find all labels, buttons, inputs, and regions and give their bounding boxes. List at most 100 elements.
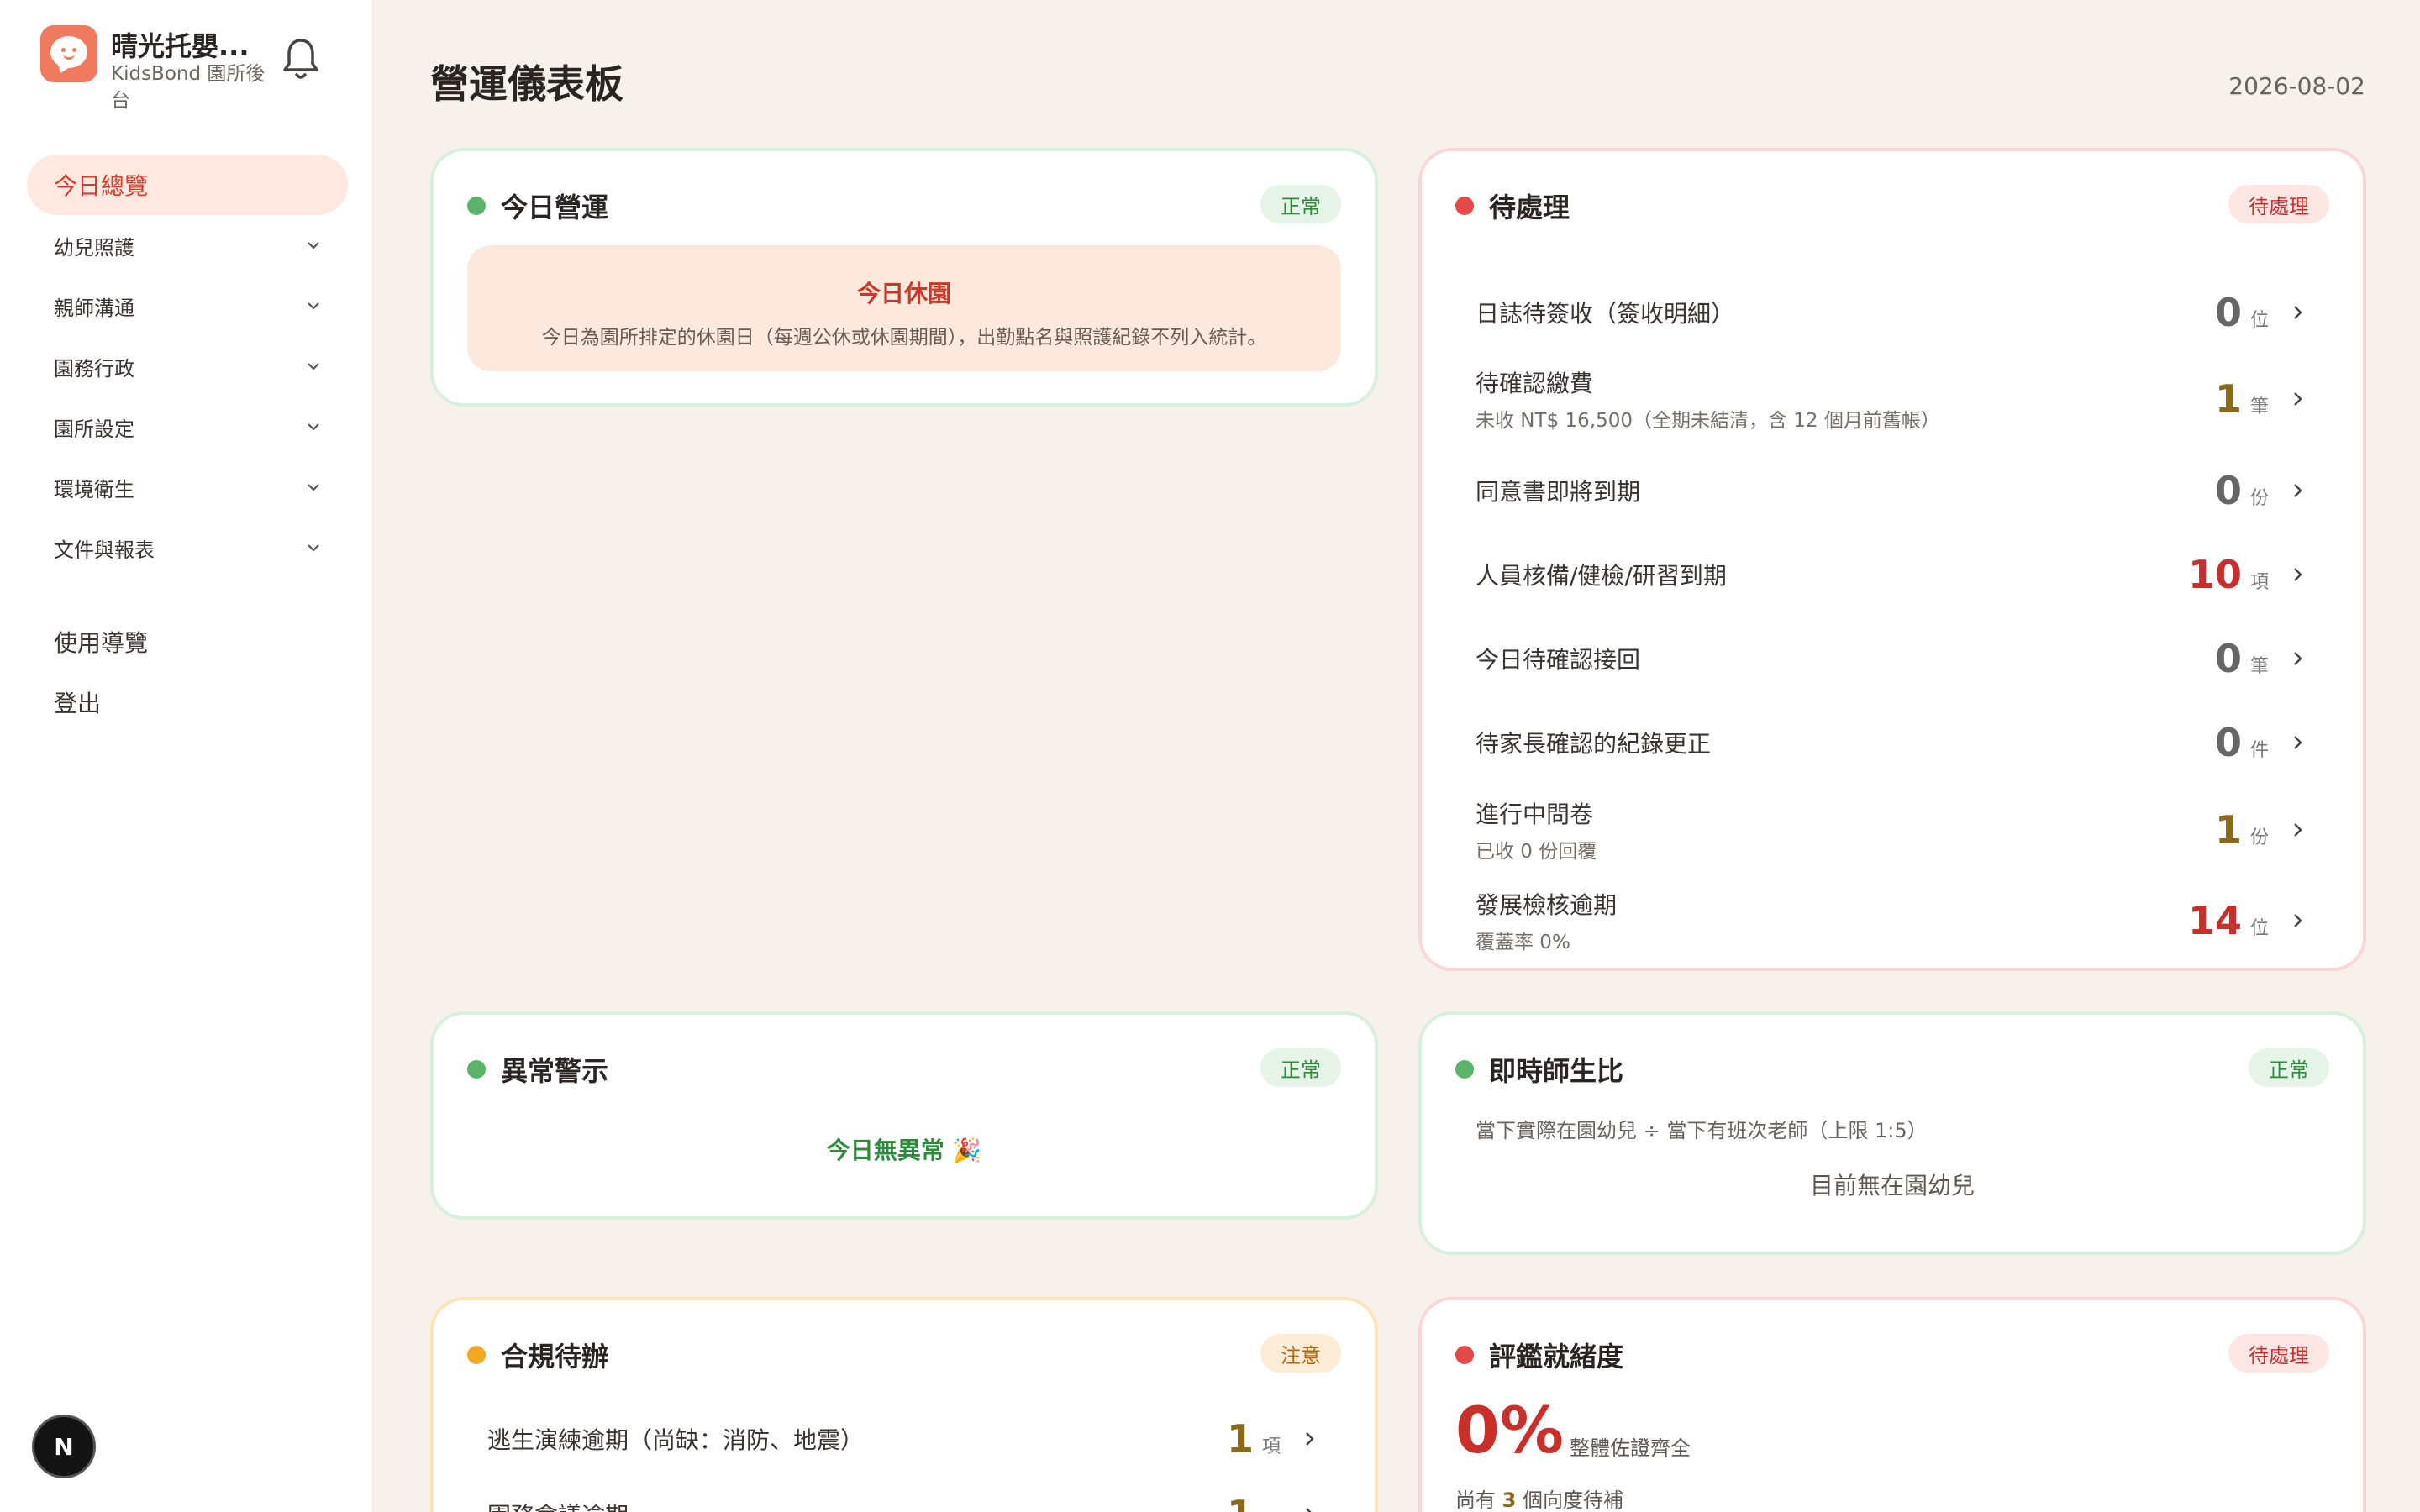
sidebar-group-label: 園所設定 [54,417,134,441]
row-unit: 筆 [2249,656,2269,677]
chevron-right-icon [2294,484,2302,497]
card-title: 評鑑就緒度 [1455,1336,1623,1374]
chevron-right-icon [2294,823,2302,837]
row-value: 1 [1226,1416,1254,1462]
status-badge: 待處理 [2228,185,2329,223]
sidebar-group-label: 幼兒照護 [54,235,134,260]
pending-list: 日誌待簽收（簽收明細） 0位 待確認繳費 未收 NT$ 16,500（全期未結清，… [1476,276,2306,966]
badge-letter: N [54,1432,74,1461]
page-title: 營運儀表板 [430,61,623,107]
no-alerts-message: 今日無異常 🎉 [826,1137,982,1164]
row-label: 發展檢核逾期 [1476,891,1618,919]
row-unit: 份 [2249,488,2269,509]
closed-title: 今日休園 [856,280,951,307]
compliance-row[interactable]: 園務會議逾期 1 項 [487,1477,1318,1512]
sidebar-group-label: 文件與報表 [54,538,155,562]
compliance-card: 合規待辦 注意 逃生演練逾期（尚缺：消防、地震） 1項 園務會議逾期 1項 [430,1297,1378,1512]
status-dot [467,1346,486,1364]
pending-row[interactable]: 日誌待簽收（簽收明細） 0位 [1476,276,2306,349]
row-label: 待家長確認的紀錄更正 [1476,730,1712,758]
dev-tools-badge[interactable]: N [32,1415,96,1478]
closed-notice: 今日休園 今日為園所排定的休園日（每週公休或休園期間），出勤點名與照護紀錄不列入… [467,245,1341,371]
row-value: 1 [1227,1492,1254,1512]
card-title: 異常警示 [467,1050,608,1089]
chevron-down-icon [308,544,319,552]
row-sub: 未收 NT$ 16,500（全期未結清，含 12 個月前舊帳） [1476,410,1940,432]
row-unit: 項 [1261,1436,1281,1457]
sidebar-group-childcare[interactable]: 幼兒照護 [27,215,348,276]
row-value: 10 [2187,552,2242,597]
row-label: 同意書即將到期 [1476,478,1641,506]
chevron-down-icon [308,302,319,310]
sidebar-item-overview[interactable]: 今日總覽 [27,155,348,215]
row-label: 待確認繳費 [1476,370,1594,397]
pending-row[interactable]: 待家長確認的紀錄更正 0件 [1476,701,2306,785]
chevron-right-icon [1306,1432,1314,1446]
row-value: 1 [2214,376,2242,422]
today-ops-card: 今日營運 正常 今日休園 今日為園所排定的休園日（每週公休或休園期間），出勤點名… [430,148,1378,407]
row-unit: 位 [2249,918,2269,939]
chevron-right-icon [2294,736,2302,749]
chevron-down-icon [308,363,319,370]
status-dot [1455,1060,1474,1079]
status-dot [1455,197,1474,215]
row-label: 日誌待簽收（簽收明細） [1476,300,1735,328]
sidebar-group-settings[interactable]: 園所設定 [27,396,348,457]
sidebar-group-parent-comm[interactable]: 親師溝通 [27,276,348,336]
readiness-note: 尚有 3 個向度待補 [1455,1488,1623,1512]
chevron-right-icon [2294,306,2302,319]
status-dot [467,1060,486,1079]
sidebar-group-label: 園務行政 [54,356,134,381]
row-unit: 位 [2249,310,2269,331]
status-badge: 待處理 [2228,1334,2329,1373]
bell-icon[interactable] [281,35,321,82]
row-label: 園務會議逾期 [487,1498,629,1512]
row-label: 進行中問卷 [1476,801,1594,828]
sidebar-item-logout[interactable]: 登出 [27,672,348,732]
status-badge: 正常 [1260,185,1341,223]
row-unit: 件 [2249,740,2269,761]
chevron-right-icon [2294,914,2302,927]
readiness-percent: 0% [1455,1393,1565,1467]
chevron-down-icon [308,242,319,249]
row-sub: 已收 0 份回覆 [1476,841,1597,863]
row-unit: 項 [1262,1507,1281,1512]
sidebar-nav: 今日總覽 幼兒照護 親師溝通 園務行政 園所設定 環境衛生 文件與報表 使用導覽… [27,155,348,732]
row-unit: 筆 [2249,396,2269,417]
pending-row[interactable]: 待確認繳費未收 NT$ 16,500（全期未結清，含 12 個月前舊帳） 1筆 [1476,349,2306,449]
pending-row[interactable]: 進行中問卷 已收 0 份回覆 1份 [1476,785,2306,875]
brand-name: 晴光托嬰... [111,30,250,62]
pending-row[interactable]: 發展檢核逾期 覆蓋率 0% 14 位 [1476,875,2306,966]
brand-subtitle: KidsBond 園所後台 [111,63,266,112]
closed-description: 今日為園所排定的休園日（每週公休或休園期間），出勤點名與照護紀錄不列入統計。 [541,327,1267,349]
status-badge: 注意 [1260,1334,1341,1373]
chevron-down-icon [308,484,319,491]
row-value: 0 [2214,720,2242,765]
card-title: 待處理 [1455,186,1570,225]
sidebar-group-admin[interactable]: 園務行政 [27,336,348,396]
sidebar-group-documents[interactable]: 文件與報表 [27,517,348,578]
compliance-row[interactable]: 逃生演練逾期（尚缺：消防、地震） 1項 [487,1401,1318,1477]
status-badge: 正常 [1260,1048,1341,1087]
pending-row[interactable]: 人員核備/健檢/研習到期 10 項 [1476,533,2306,617]
pending-card: 待處理 待處理 日誌待簽收（簽收明細） 0位 待確認繳費 未收 NT$ 16,50… [1418,148,2366,971]
chevron-right-icon [2294,568,2302,581]
sidebar-group-label: 親師溝通 [54,296,134,320]
readiness-caption: 整體佐證齊全 [1570,1436,1691,1460]
chevron-down-icon [308,423,319,431]
sidebar: 晴光托嬰... KidsBond 園所後台 今日總覽 幼兒照護 親師溝通 園務行… [0,0,373,1512]
pending-row[interactable]: 今日待確認接回 0筆 [1476,617,2306,701]
sidebar-item-guide[interactable]: 使用導覽 [27,612,348,672]
status-dot [467,197,486,215]
row-value: 1 [2214,807,2242,853]
row-value: 14 [2187,898,2242,943]
card-title: 合規待辦 [467,1336,608,1374]
card-title: 今日營運 [467,186,608,225]
sidebar-group-hygiene[interactable]: 環境衛生 [27,457,348,517]
row-label: 逃生演練逾期（尚缺：消防、地震） [487,1426,865,1454]
ratio-card: 即時師生比 正常 當下實際在園幼兒 ÷ 當下有班次老師（上限 1:5） 目前無在… [1418,1011,2366,1255]
row-value: 0 [2214,468,2242,513]
row-label: 今日待確認接回 [1476,646,1641,674]
chevron-right-icon [2294,392,2302,406]
pending-row[interactable]: 同意書即將到期 0份 [1476,449,2306,533]
